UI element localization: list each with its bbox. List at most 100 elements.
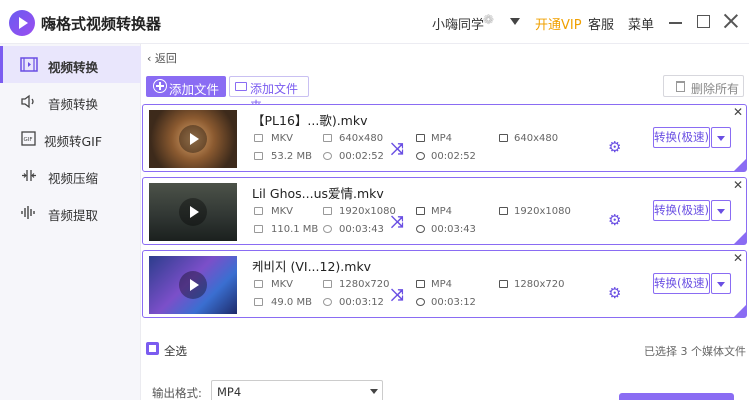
source-format: MKV (271, 133, 294, 144)
source-size: 53.2 MB (271, 151, 312, 162)
add-file-label: 添加文件 (169, 82, 220, 97)
source-duration: 00:02:52 (339, 151, 384, 162)
title-bar: 嗨格式视频转换器 小嗨同学 ❁ 开通VIP 客服 菜单 (0, 0, 749, 44)
gif-icon: GIF (21, 131, 36, 146)
select-all-checkbox[interactable] (146, 342, 159, 355)
shuffle-icon: ⤨ (391, 285, 404, 304)
settings-gear-icon[interactable]: ⚙ (608, 284, 621, 302)
sidebar-item-label: 音频转换 (48, 97, 99, 112)
user-name[interactable]: 小嗨同学 (432, 14, 484, 33)
convert-button[interactable]: 转换(极速) (653, 200, 710, 221)
selected-count: 已选择 3 个媒体文件 (644, 345, 746, 358)
resolution-icon (323, 134, 332, 142)
video-thumbnail[interactable] (149, 256, 237, 314)
sidebar-item-audio-extract[interactable]: 音频提取 (0, 194, 141, 231)
settings-gear-icon[interactable]: ⚙ (608, 138, 621, 156)
file-name: Lil Ghos...us爱情.mkv (252, 186, 384, 201)
app-title: 嗨格式视频转换器 (41, 15, 162, 33)
maximize-icon[interactable] (697, 15, 710, 28)
source-duration: 00:03:43 (339, 224, 384, 235)
video-convert-icon (20, 57, 38, 72)
clock-icon (416, 225, 425, 233)
clock-icon (416, 152, 425, 160)
menu-button[interactable]: 菜单 (628, 14, 654, 33)
sidebar: 视频转换 音频转换 GIF 视频转GIF 视频压缩 音频提取 (0, 44, 141, 400)
user-dropdown-icon[interactable] (510, 18, 520, 25)
convert-button[interactable]: 转换(极速) (653, 273, 710, 294)
audio-extract-icon (21, 206, 35, 219)
svg-text:GIF: GIF (24, 137, 33, 143)
sidebar-item-label: 视频压缩 (48, 171, 99, 186)
file-card[interactable]: 【PL16】...歌).mkv MKV 640x480 53.2 MB 00:0… (142, 104, 747, 172)
folder-icon (235, 82, 247, 91)
remove-file-icon[interactable]: ✕ (733, 251, 743, 265)
clock-icon (323, 225, 332, 233)
video-thumbnail[interactable] (149, 110, 237, 168)
card-corner-icon (734, 232, 746, 244)
resolution-icon (323, 207, 332, 215)
folder-icon (254, 298, 263, 306)
play-icon[interactable] (179, 271, 207, 299)
output-format-label: 输出格式: (152, 386, 202, 400)
remove-file-icon[interactable]: ✕ (733, 178, 743, 192)
play-icon[interactable] (179, 125, 207, 153)
resolution-icon (499, 207, 508, 215)
add-file-button[interactable]: 添加文件 (146, 76, 226, 97)
select-all-label[interactable]: 全选 (164, 343, 187, 359)
convert-dropdown[interactable] (711, 273, 731, 294)
back-link[interactable]: ‹ 返回 (147, 50, 177, 66)
vip-link[interactable]: 开通VIP (535, 14, 582, 33)
chevron-left-icon: ‹ (147, 52, 155, 65)
source-format: MKV (271, 206, 294, 217)
add-folder-button[interactable]: 添加文件夹 (229, 76, 309, 113)
format-icon (254, 207, 263, 215)
target-format: MP4 (431, 279, 453, 290)
video-thumbnail[interactable] (149, 183, 237, 241)
source-resolution: 1920x1080 (339, 206, 396, 217)
settings-gear-icon[interactable]: ⚙ (608, 211, 621, 229)
convert-all-button[interactable] (619, 393, 734, 400)
folder-icon (254, 152, 263, 160)
sidebar-item-compress[interactable]: 视频压缩 (0, 157, 141, 194)
output-format-value: MP4 (217, 385, 242, 399)
file-card[interactable]: 케비지 (VI...12).mkv MKV 1280x720 49.0 MB 0… (142, 250, 747, 318)
target-duration: 00:03:12 (431, 297, 476, 308)
output-format-select[interactable]: MP4 (211, 380, 383, 400)
format-icon (416, 207, 425, 215)
sidebar-item-gif[interactable]: GIF 视频转GIF (0, 120, 141, 157)
sidebar-item-label: 视频转换 (48, 60, 99, 75)
convert-dropdown[interactable] (711, 200, 731, 221)
back-label: 返回 (154, 52, 177, 65)
format-icon (254, 280, 263, 288)
source-format: MKV (271, 279, 294, 290)
delete-all-label: 删除所有 (691, 82, 740, 96)
shuffle-icon: ⤨ (391, 139, 404, 158)
format-icon (416, 134, 425, 142)
shuffle-icon: ⤨ (391, 212, 404, 231)
card-corner-icon (734, 159, 746, 171)
convert-dropdown[interactable] (711, 127, 731, 148)
delete-all-button[interactable]: 删除所有 (663, 75, 744, 97)
resolution-icon (323, 280, 332, 288)
minimize-icon[interactable] (669, 22, 682, 24)
remove-file-icon[interactable]: ✕ (733, 105, 743, 119)
clock-icon (323, 152, 332, 160)
target-format: MP4 (431, 206, 453, 217)
sidebar-item-audio-convert[interactable]: 音频转换 (0, 83, 141, 120)
service-button[interactable]: 客服 (588, 14, 614, 33)
audio-convert-icon (21, 94, 34, 109)
target-duration: 00:02:52 (431, 151, 476, 162)
folder-icon (254, 225, 263, 233)
user-badge-icon: ❁ (483, 13, 494, 28)
file-card[interactable]: Lil Ghos...us爱情.mkv MKV 1920x1080 110.1 … (142, 177, 747, 245)
source-size: 110.1 MB (271, 224, 319, 235)
sidebar-item-label: 视频转GIF (44, 134, 103, 149)
card-corner-icon (734, 305, 746, 317)
play-icon[interactable] (179, 198, 207, 226)
compress-icon (22, 170, 36, 181)
convert-button[interactable]: 转换(极速) (653, 127, 710, 148)
close-icon[interactable] (722, 12, 740, 30)
format-icon (416, 280, 425, 288)
sidebar-item-video-convert[interactable]: 视频转换 (0, 46, 141, 83)
file-name: 【PL16】...歌).mkv (252, 113, 368, 128)
